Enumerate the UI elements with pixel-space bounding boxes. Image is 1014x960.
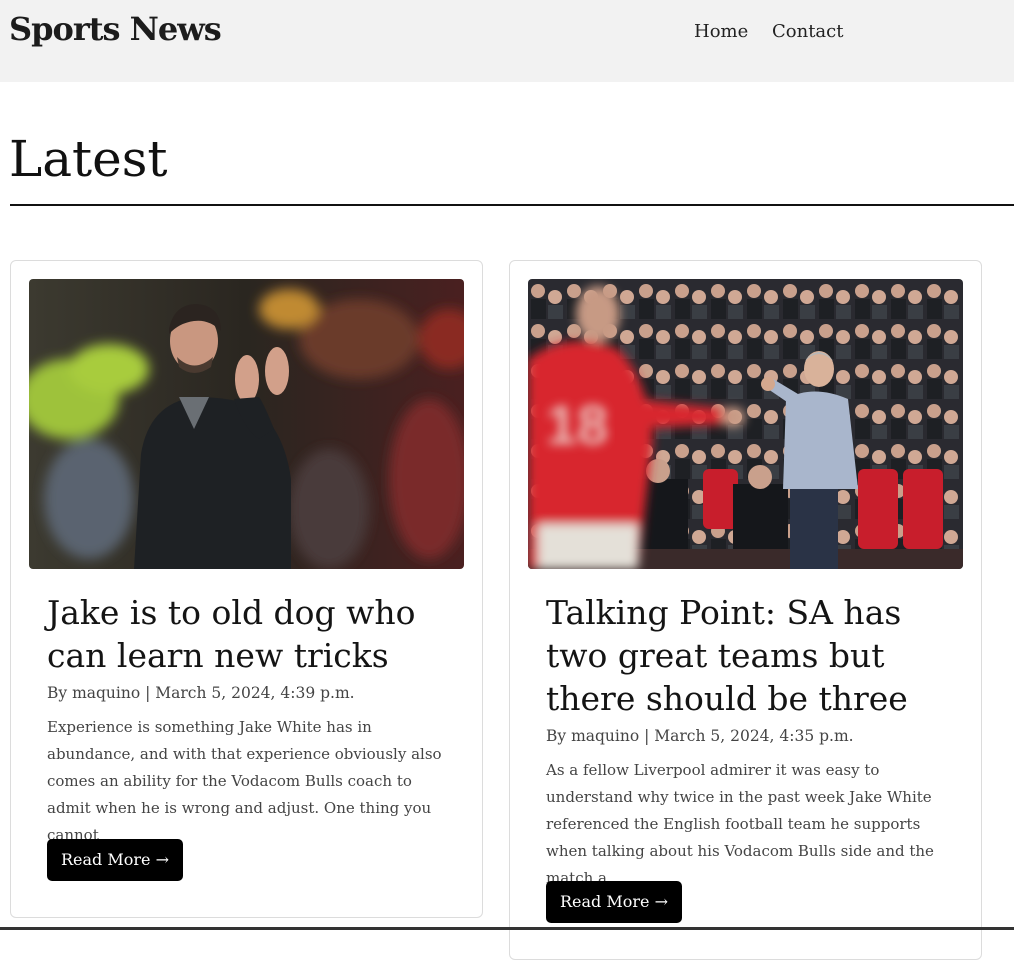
post-image[interactable]: 18 <box>528 279 963 569</box>
post-meta: By maquino | March 5, 2024, 4:35 p.m. <box>546 727 854 745</box>
coach-applauding-photo <box>29 279 464 569</box>
nav-link-home[interactable]: Home <box>694 21 748 42</box>
svg-text:18: 18 <box>546 393 608 456</box>
brand-logo-link[interactable]: Sports News <box>9 10 222 48</box>
post-image[interactable] <box>29 279 464 569</box>
post-card: Jake is to old dog who can learn new tri… <box>10 260 483 918</box>
post-meta: By maquino | March 5, 2024, 4:39 p.m. <box>47 684 355 702</box>
post-title[interactable]: Jake is to old dog who can learn new tri… <box>47 591 447 677</box>
read-more-button[interactable]: Read More → <box>546 881 683 923</box>
post-card: 18 Talking Point: SA has two great teams… <box>509 260 982 960</box>
post-excerpt: As a fellow Liverpool admirer it was eas… <box>546 761 934 887</box>
section-title: Latest <box>9 130 168 188</box>
section-divider <box>10 204 1014 206</box>
post-title[interactable]: Talking Point: SA has two great teams bu… <box>546 591 946 720</box>
read-more-button[interactable]: Read More → <box>47 839 184 881</box>
stadium-manager-photo: 18 <box>528 279 963 569</box>
post-excerpt: Experience is something Jake White has i… <box>47 718 442 844</box>
nav-link-contact[interactable]: Contact <box>772 21 843 42</box>
navbar: Sports News Home Contact <box>0 0 1014 82</box>
